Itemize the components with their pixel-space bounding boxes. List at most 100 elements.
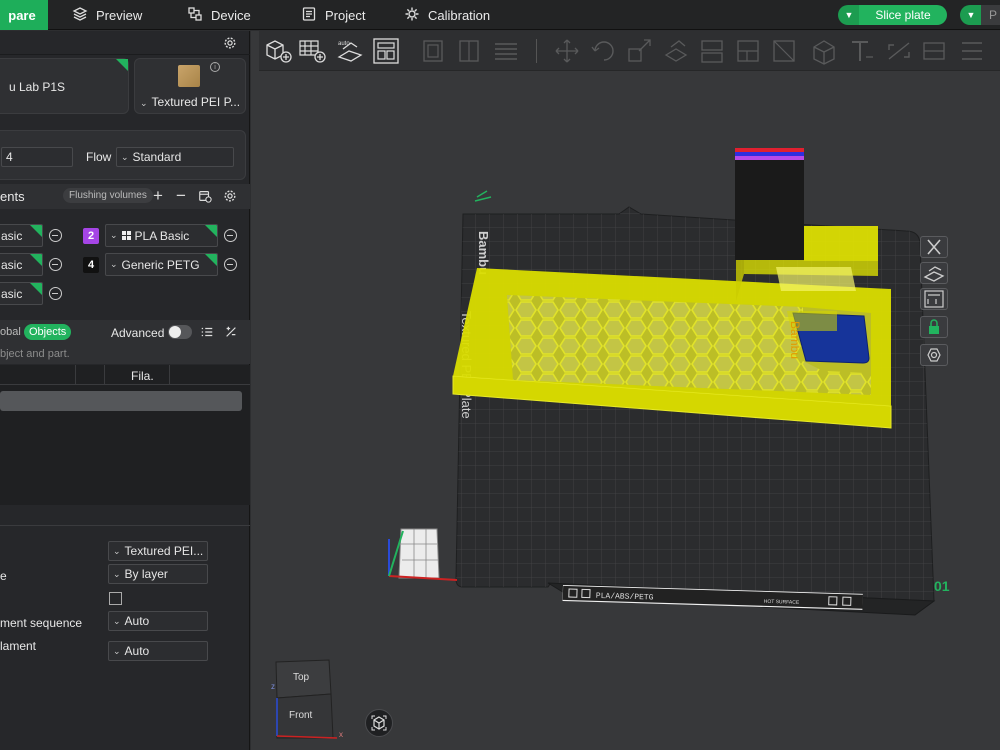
- filament-2-select[interactable]: ⌄ PLA Basic: [105, 224, 218, 247]
- tab-calibration-label: Calibration: [428, 7, 491, 23]
- project-icon: [301, 6, 317, 25]
- print-dropdown-button[interactable]: ▼: [960, 5, 982, 25]
- tab-project[interactable]: Project: [301, 0, 365, 30]
- scene-canvas[interactable]: PLA/ABS/PETG HOT SURFACE Bambu Textured …: [251, 31, 1000, 750]
- advanced-label: Advanced: [111, 326, 165, 340]
- remove-filament-1-icon[interactable]: [49, 229, 62, 242]
- plate-edit-icon[interactable]: [474, 190, 492, 202]
- plate-number: 01: [934, 578, 950, 594]
- filament-4-select[interactable]: ⌄ Generic PETG: [105, 253, 218, 276]
- view-reset-icon: [371, 715, 387, 731]
- remove-filament-4-icon[interactable]: [224, 258, 237, 271]
- prime-tower[interactable]: [735, 148, 878, 261]
- windows-grid-icon: [121, 231, 131, 240]
- first-layer-filament-select[interactable]: ⌄ Auto: [108, 641, 208, 661]
- print-sequence-label: e: [0, 569, 7, 583]
- column-fila: Fila.: [131, 369, 154, 383]
- chevron-down-icon: ▼: [844, 10, 854, 20]
- filament-3-select[interactable]: asic: [0, 253, 43, 276]
- tab-prepare-label: pare: [8, 7, 36, 23]
- chevron-down-icon: ⌄: [110, 259, 118, 269]
- nav-cube-icon: [275, 659, 338, 739]
- object-list: Fila.: [0, 365, 250, 505]
- chevron-down-icon: ⌄: [113, 615, 121, 626]
- nav-cube-z-label: z: [271, 682, 275, 691]
- nozzle-flow-card: 4 Flow ⌄ Standard: [0, 130, 246, 180]
- plate-type-select[interactable]: ⌄ Textured PEI...: [108, 541, 208, 561]
- orient-plate-icon[interactable]: [920, 262, 948, 284]
- printer-card[interactable]: u Lab P1S: [0, 58, 129, 114]
- objects-hint: bject and part.: [0, 348, 70, 360]
- filament-2-badge: 2: [83, 228, 99, 244]
- flushing-volumes-button[interactable]: Flushing volumes: [63, 188, 153, 203]
- tab-project-label: Project: [325, 7, 366, 23]
- slice-plate-button[interactable]: Slice plate: [859, 5, 947, 25]
- nav-cube-front-label: Front: [289, 710, 313, 721]
- filaments-header: ents Flushing volumes + −: [0, 184, 250, 209]
- tab-preview[interactable]: Preview: [72, 0, 142, 30]
- printer-settings-gear-icon[interactable]: [222, 35, 238, 51]
- object-list-header: Fila.: [0, 365, 250, 385]
- remove-filament-3-icon[interactable]: [49, 258, 62, 271]
- compare-icon[interactable]: [223, 324, 239, 340]
- filament-4-badge: 4: [83, 257, 99, 273]
- advanced-toggle[interactable]: [168, 325, 192, 339]
- origin-axes-icon: [388, 528, 458, 581]
- navigation-cube[interactable]: Top Front z x: [271, 658, 343, 742]
- add-filament-icon[interactable]: +: [150, 186, 166, 205]
- chevron-down-icon: ⌄: [113, 645, 121, 656]
- close-view-icon[interactable]: [920, 236, 948, 258]
- chevron-down-icon: ⌄: [113, 545, 121, 556]
- slice-dropdown-button[interactable]: ▼: [838, 5, 860, 25]
- tab-calibration[interactable]: Calibration: [404, 0, 490, 30]
- plate-name: ⌄ Textured PEI P...: [140, 95, 241, 109]
- flow-select[interactable]: ⌄ Standard: [116, 147, 234, 167]
- device-icon: [187, 6, 203, 25]
- global-tab[interactable]: obal: [0, 326, 21, 338]
- print-sequence-select[interactable]: ⌄ By layer: [108, 564, 208, 584]
- view-reset-button[interactable]: [365, 709, 393, 737]
- info-icon[interactable]: i: [210, 62, 220, 72]
- filament-5-select[interactable]: asic: [0, 282, 43, 305]
- chevron-down-icon: ⌄: [121, 151, 129, 162]
- 3d-viewport[interactable]: auto PLA/ABS/PETG HOT SURFACE Bambu 01 B…: [251, 31, 1000, 750]
- object-row-selected[interactable]: [0, 391, 242, 411]
- chevron-down-icon: ⌄: [113, 568, 121, 579]
- list-view-icon[interactable]: [199, 324, 215, 340]
- chevron-down-icon: ⌄: [110, 230, 118, 240]
- filament-sequence-select[interactable]: ⌄ Auto: [108, 611, 208, 631]
- nozzle-field[interactable]: 4: [1, 147, 73, 167]
- hot-surface-label: HOT SURFACE: [764, 599, 800, 606]
- objects-header: obal Objects Advanced bject and part.: [0, 320, 250, 364]
- tab-preview-label: Preview: [96, 7, 143, 23]
- tab-device-label: Device: [211, 7, 251, 23]
- plate-filament-label: PLA/ABS/PETG: [596, 592, 654, 603]
- tab-device[interactable]: Device: [187, 0, 251, 30]
- top-bar: pare Preview Device Project Calibration …: [0, 0, 1000, 30]
- filaments-title: ents: [0, 189, 25, 204]
- left-sidebar: u Lab P1S i ⌄ Textured PEI P... 4 Flow ⌄ S…: [0, 31, 250, 750]
- filament-sequence-label: ment sequence: [0, 616, 83, 630]
- printer-name: u Lab P1S: [9, 80, 66, 94]
- calibration-icon: [404, 6, 420, 25]
- filament-settings-gear-icon[interactable]: [222, 188, 238, 204]
- plate-card[interactable]: i ⌄ Textured PEI P...: [134, 58, 246, 114]
- nav-cube-top-label: Top: [293, 672, 310, 683]
- arrange-plate-icon[interactable]: [920, 288, 948, 310]
- part-label: Bambu: [788, 321, 802, 359]
- layers-icon: [72, 6, 88, 25]
- remove-filament-5-icon[interactable]: [49, 287, 62, 300]
- plate-option-checkbox[interactable]: [109, 592, 122, 605]
- filament-sync-icon[interactable]: [197, 188, 213, 204]
- first-layer-filament-label: lament: [0, 639, 37, 653]
- lock-plate-icon[interactable]: [920, 316, 948, 338]
- plate-settings-icon[interactable]: [920, 344, 948, 366]
- filament-1-select[interactable]: asic: [0, 224, 43, 247]
- chevron-down-icon: ▼: [966, 10, 976, 20]
- tab-prepare[interactable]: pare: [0, 0, 48, 30]
- nav-cube-x-label: x: [339, 730, 343, 739]
- remove-filament-2-icon[interactable]: [224, 229, 237, 242]
- remove-filament-icon[interactable]: −: [173, 186, 189, 205]
- print-plate-button[interactable]: P: [981, 5, 1000, 25]
- objects-tab[interactable]: Objects: [24, 324, 72, 340]
